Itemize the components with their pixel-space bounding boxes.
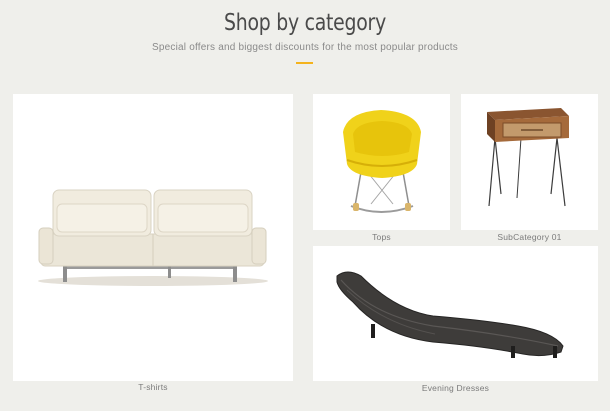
category-label[interactable]: SubCategory 01: [461, 232, 598, 242]
section-title: Shop by category: [224, 10, 386, 36]
category-card-tshirts[interactable]: T-shirts: [13, 94, 293, 392]
side-table-image: [487, 108, 569, 207]
title-accent-line: [296, 62, 313, 64]
category-card-tops[interactable]: Tops: [313, 94, 450, 242]
sofa-image: [38, 189, 268, 286]
lounge-chair-image: [336, 271, 564, 358]
category-section: Shop by category Special offers and bigg…: [0, 0, 610, 411]
category-label[interactable]: Evening Dresses: [313, 383, 598, 393]
category-card-evening-dresses[interactable]: Evening Dresses: [313, 246, 598, 393]
category-label[interactable]: T-shirts: [13, 382, 293, 392]
section-subtitle: Special offers and biggest discounts for…: [152, 42, 458, 53]
category-card-subcategory-01[interactable]: SubCategory 01: [461, 94, 598, 242]
category-label[interactable]: Tops: [313, 232, 450, 242]
yellow-chair-image: [343, 110, 421, 213]
